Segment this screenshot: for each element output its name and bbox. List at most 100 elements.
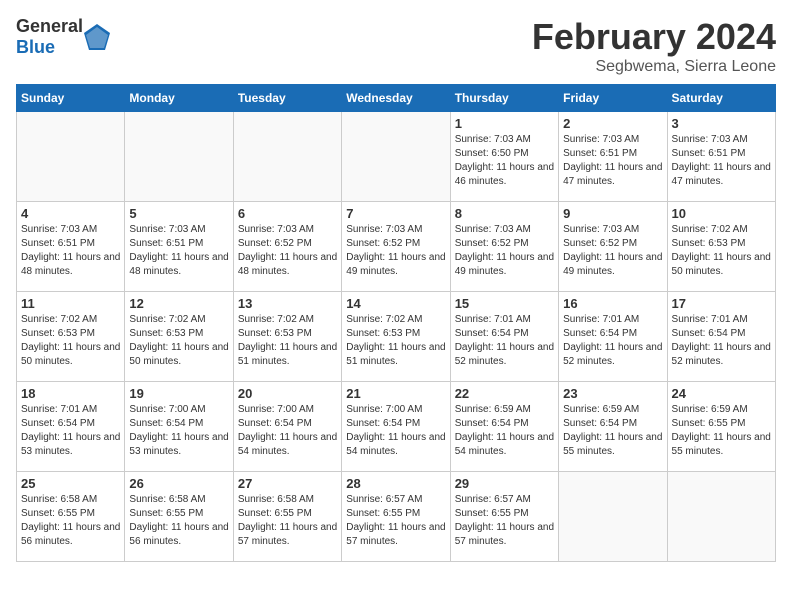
day-info: Sunrise: 7:02 AMSunset: 6:53 PMDaylight:… bbox=[238, 313, 337, 369]
day-number: 2 bbox=[563, 116, 662, 131]
day-number: 4 bbox=[21, 206, 120, 221]
day-info: Sunrise: 7:03 AMSunset: 6:50 PMDaylight:… bbox=[455, 133, 554, 189]
calendar-cell: 11Sunrise: 7:02 AMSunset: 6:53 PMDayligh… bbox=[17, 292, 125, 382]
logo: General Blue bbox=[16, 16, 111, 58]
day-info: Sunrise: 7:03 AMSunset: 6:52 PMDaylight:… bbox=[455, 223, 554, 279]
day-number: 21 bbox=[346, 386, 445, 401]
calendar-cell: 12 Sunrise: 7:02 AMSunset: 6:53 PMDayligh… bbox=[125, 292, 233, 382]
week-row-3: 11 Sunrise: 7:02 AMSunset: 6:53 PMDayligh… bbox=[17, 292, 776, 382]
calendar-cell: 19 Sunrise: 7:00 AMSunset: 6:54 PMDayligh… bbox=[125, 382, 233, 472]
week-row-5: 25 Sunrise: 6:58 AMSunset: 6:55 PMDayligh… bbox=[17, 472, 776, 562]
week-row-4: 18 Sunrise: 7:01 AMSunset: 6:54 PMDayligh… bbox=[17, 382, 776, 472]
calendar-cell: 9Sunrise: 7:03 AMSunset: 6:52 PMDaylight… bbox=[559, 202, 667, 292]
day-header-tuesday: Tuesday bbox=[233, 85, 341, 112]
day-info: Sunrise: 7:01 AMSunset: 6:54 PMDaylight:… bbox=[21, 403, 120, 459]
day-number: 28 bbox=[346, 476, 445, 491]
day-number: 19 bbox=[129, 386, 228, 401]
calendar-cell: 7 Sunrise: 7:03 AMSunset: 6:52 PMDaylight… bbox=[342, 202, 450, 292]
calendar-cell: 1Sunrise: 7:03 AMSunset: 6:50 PMDaylight… bbox=[450, 112, 558, 202]
day-number: 27 bbox=[238, 476, 337, 491]
calendar-cell: 3Sunrise: 7:03 AMSunset: 6:51 PMDaylight… bbox=[667, 112, 775, 202]
calendar-cell: 10Sunrise: 7:02 AMSunset: 6:53 PMDayligh… bbox=[667, 202, 775, 292]
calendar-cell: 5 Sunrise: 7:03 AMSunset: 6:51 PMDaylight… bbox=[125, 202, 233, 292]
calendar-cell bbox=[233, 112, 341, 202]
day-number: 6 bbox=[238, 206, 337, 221]
day-info: Sunrise: 6:58 AMSunset: 6:55 PMDaylight:… bbox=[21, 493, 120, 549]
calendar-cell bbox=[125, 112, 233, 202]
calendar-cell: 22 Sunrise: 6:59 AMSunset: 6:54 PMDayligh… bbox=[450, 382, 558, 472]
day-info: Sunrise: 7:02 AMSunset: 6:53 PMDaylight:… bbox=[672, 223, 771, 279]
month-title: February 2024 bbox=[532, 16, 776, 58]
logo-blue-text: Blue bbox=[16, 37, 55, 58]
day-info: Sunrise: 7:00 AMSunset: 6:54 PMDaylight:… bbox=[346, 403, 445, 459]
day-number: 29 bbox=[455, 476, 554, 491]
calendar-cell: 18 Sunrise: 7:01 AMSunset: 6:54 PMDayligh… bbox=[17, 382, 125, 472]
calendar-cell: 24 Sunrise: 6:59 AMSunset: 6:55 PMDayligh… bbox=[667, 382, 775, 472]
calendar-cell: 21 Sunrise: 7:00 AMSunset: 6:54 PMDayligh… bbox=[342, 382, 450, 472]
calendar-cell: 25 Sunrise: 6:58 AMSunset: 6:55 PMDayligh… bbox=[17, 472, 125, 562]
day-number: 12 bbox=[129, 296, 228, 311]
day-number: 9 bbox=[563, 206, 662, 221]
day-number: 23 bbox=[563, 386, 662, 401]
logo-general-text: General bbox=[16, 16, 83, 37]
day-info: Sunrise: 7:00 AMSunset: 6:54 PMDaylight:… bbox=[129, 403, 228, 459]
day-number: 5 bbox=[129, 206, 228, 221]
calendar-table: SundayMondayTuesdayWednesdayThursdayFrid… bbox=[16, 84, 776, 562]
day-number: 25 bbox=[21, 476, 120, 491]
day-info: Sunrise: 7:00 AMSunset: 6:54 PMDaylight:… bbox=[238, 403, 337, 459]
day-number: 17 bbox=[672, 296, 771, 311]
week-row-1: 1Sunrise: 7:03 AMSunset: 6:50 PMDaylight… bbox=[17, 112, 776, 202]
day-number: 26 bbox=[129, 476, 228, 491]
day-info: Sunrise: 7:01 AMSunset: 6:54 PMDaylight:… bbox=[672, 313, 771, 369]
calendar-cell bbox=[559, 472, 667, 562]
day-header-thursday: Thursday bbox=[450, 85, 558, 112]
day-info: Sunrise: 7:01 AMSunset: 6:54 PMDaylight:… bbox=[455, 313, 554, 369]
day-info: Sunrise: 7:03 AMSunset: 6:52 PMDaylight:… bbox=[238, 223, 337, 279]
calendar-cell: 14 Sunrise: 7:02 AMSunset: 6:53 PMDayligh… bbox=[342, 292, 450, 382]
day-number: 20 bbox=[238, 386, 337, 401]
day-header-saturday: Saturday bbox=[667, 85, 775, 112]
calendar-cell: 6 Sunrise: 7:03 AMSunset: 6:52 PMDaylight… bbox=[233, 202, 341, 292]
day-number: 22 bbox=[455, 386, 554, 401]
logo-icon bbox=[83, 23, 111, 51]
day-info: Sunrise: 6:59 AMSunset: 6:54 PMDaylight:… bbox=[455, 403, 554, 459]
calendar-cell: 16Sunrise: 7:01 AMSunset: 6:54 PMDayligh… bbox=[559, 292, 667, 382]
day-number: 11 bbox=[21, 296, 120, 311]
header-row: SundayMondayTuesdayWednesdayThursdayFrid… bbox=[17, 85, 776, 112]
day-info: Sunrise: 7:01 AMSunset: 6:54 PMDaylight:… bbox=[563, 313, 662, 369]
day-header-friday: Friday bbox=[559, 85, 667, 112]
day-info: Sunrise: 6:59 AMSunset: 6:55 PMDaylight:… bbox=[672, 403, 771, 459]
day-info: Sunrise: 7:03 AMSunset: 6:51 PMDaylight:… bbox=[672, 133, 771, 189]
calendar-cell: 26 Sunrise: 6:58 AMSunset: 6:55 PMDayligh… bbox=[125, 472, 233, 562]
calendar-cell: 2 Sunrise: 7:03 AMSunset: 6:51 PMDaylight… bbox=[559, 112, 667, 202]
calendar-cell: 28 Sunrise: 6:57 AMSunset: 6:55 PMDayligh… bbox=[342, 472, 450, 562]
calendar-cell: 27 Sunrise: 6:58 AMSunset: 6:55 PMDayligh… bbox=[233, 472, 341, 562]
calendar-cell: 15 Sunrise: 7:01 AMSunset: 6:54 PMDayligh… bbox=[450, 292, 558, 382]
header: General Blue February 2024 Segbwema, Sie… bbox=[16, 16, 776, 76]
day-number: 13 bbox=[238, 296, 337, 311]
location-title: Segbwema, Sierra Leone bbox=[532, 58, 776, 76]
day-info: Sunrise: 6:58 AMSunset: 6:55 PMDaylight:… bbox=[129, 493, 228, 549]
day-header-sunday: Sunday bbox=[17, 85, 125, 112]
day-info: Sunrise: 7:02 AMSunset: 6:53 PMDaylight:… bbox=[129, 313, 228, 369]
day-number: 15 bbox=[455, 296, 554, 311]
day-info: Sunrise: 7:03 AMSunset: 6:51 PMDaylight:… bbox=[21, 223, 120, 279]
day-info: Sunrise: 6:58 AMSunset: 6:55 PMDaylight:… bbox=[238, 493, 337, 549]
day-number: 8 bbox=[455, 206, 554, 221]
day-info: Sunrise: 6:59 AMSunset: 6:54 PMDaylight:… bbox=[563, 403, 662, 459]
day-header-wednesday: Wednesday bbox=[342, 85, 450, 112]
day-number: 24 bbox=[672, 386, 771, 401]
calendar-cell: 23 Sunrise: 6:59 AMSunset: 6:54 PMDayligh… bbox=[559, 382, 667, 472]
day-header-monday: Monday bbox=[125, 85, 233, 112]
day-number: 7 bbox=[346, 206, 445, 221]
day-info: Sunrise: 6:57 AMSunset: 6:55 PMDaylight:… bbox=[346, 493, 445, 549]
day-info: Sunrise: 7:03 AMSunset: 6:51 PMDaylight:… bbox=[129, 223, 228, 279]
title-area: February 2024 Segbwema, Sierra Leone bbox=[532, 16, 776, 76]
day-info: Sunrise: 7:03 AMSunset: 6:51 PMDaylight:… bbox=[563, 133, 662, 189]
day-info: Sunrise: 7:03 AMSunset: 6:52 PMDaylight:… bbox=[346, 223, 445, 279]
calendar-cell: 8 Sunrise: 7:03 AMSunset: 6:52 PMDaylight… bbox=[450, 202, 558, 292]
calendar-cell: 29Sunrise: 6:57 AMSunset: 6:55 PMDayligh… bbox=[450, 472, 558, 562]
day-number: 18 bbox=[21, 386, 120, 401]
day-info: Sunrise: 7:02 AMSunset: 6:53 PMDaylight:… bbox=[346, 313, 445, 369]
day-number: 14 bbox=[346, 296, 445, 311]
